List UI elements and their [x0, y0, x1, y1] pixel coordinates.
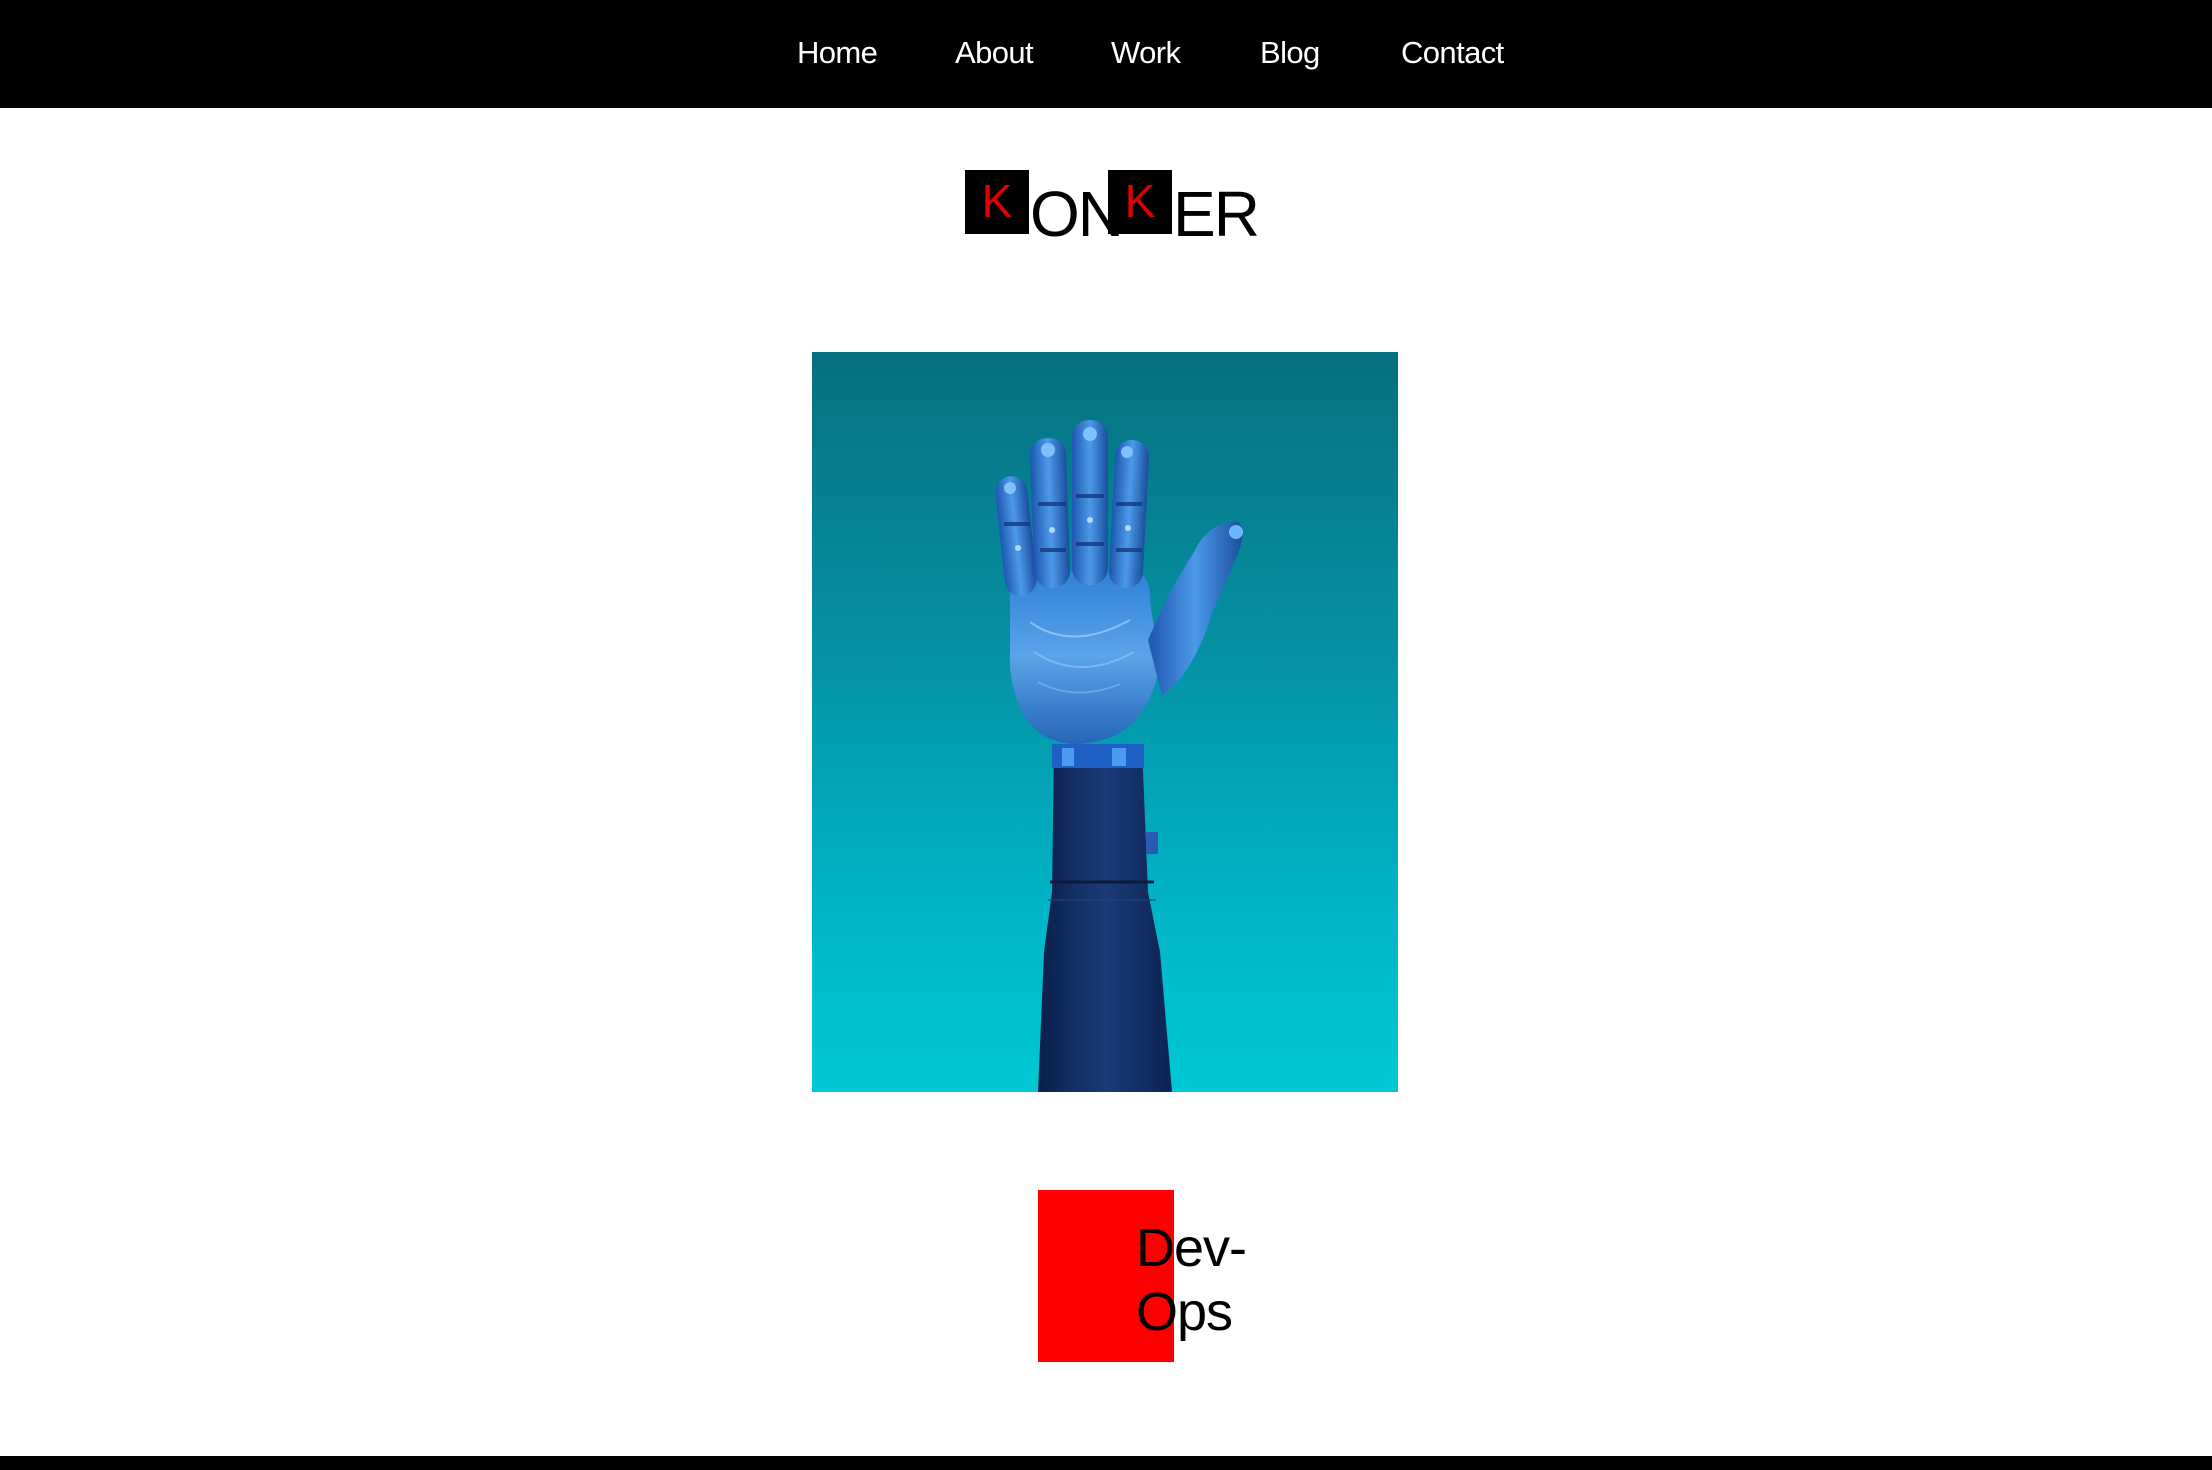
- devops-label: Dev- Ops: [1136, 1218, 1247, 1342]
- hero-image-robotic-hand: [812, 352, 1398, 1092]
- top-navbar: Home About Work Blog Contact: [0, 0, 2212, 108]
- nav-link-blog[interactable]: Blog: [1260, 34, 1320, 72]
- logo-box-letter-second: K: [1124, 175, 1156, 227]
- robotic-hand-illustration: [995, 420, 1243, 1092]
- logo-box-second: K: [1108, 170, 1172, 234]
- logo-text-second: ER: [1173, 178, 1260, 250]
- main-navigation: Home About Work Blog Contact: [0, 0, 2212, 108]
- footer-bar: [0, 1456, 2212, 1470]
- logo-box-letter-first: K: [981, 175, 1013, 227]
- nav-link-home[interactable]: Home: [797, 34, 878, 72]
- nav-link-about[interactable]: About: [955, 34, 1034, 72]
- nav-link-work[interactable]: Work: [1111, 34, 1181, 72]
- devops-card[interactable]: Dev- Ops: [1038, 1190, 1278, 1362]
- nav-link-contact[interactable]: Contact: [1401, 34, 1504, 72]
- site-logo[interactable]: K ON K ER: [965, 168, 1260, 250]
- logo-box-first: K: [965, 170, 1029, 234]
